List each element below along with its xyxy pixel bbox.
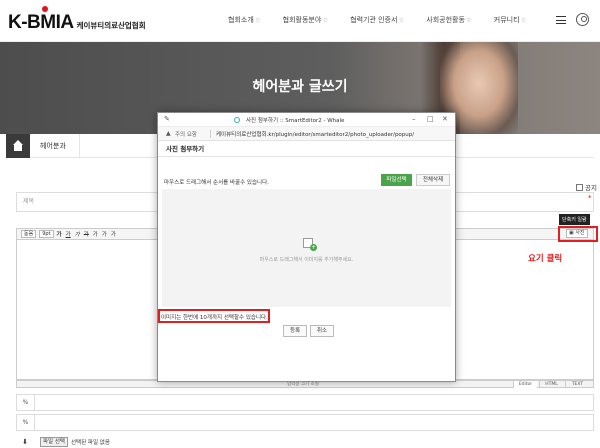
size-select[interactable]: 9pt bbox=[39, 230, 54, 238]
chevron-down-icon: ▽ bbox=[466, 18, 471, 24]
strike-button[interactable]: 가 bbox=[84, 230, 89, 238]
click-here-note: 요기 클릭 bbox=[528, 254, 563, 264]
shortcut-tooltip: 단축키 일람 bbox=[559, 214, 590, 225]
nav-item-about[interactable]: 협회소개 ▽ bbox=[228, 15, 260, 25]
add-icon: + bbox=[310, 244, 317, 251]
tab-text[interactable]: TEXT bbox=[565, 381, 589, 388]
font-select[interactable]: 돋움 bbox=[21, 230, 37, 238]
file-row: ⬇ 파일 선택 선택된 파일 없음 bbox=[16, 436, 594, 448]
site-logo[interactable]: K-BMIA 케이뷰티의료산업협회 bbox=[8, 6, 146, 34]
logo-text: K-BMIA bbox=[8, 12, 74, 33]
file-select-button[interactable]: 파일 선택 bbox=[40, 437, 68, 447]
tab-html[interactable]: HTML bbox=[539, 381, 563, 388]
close-icon[interactable]: ✕ bbox=[442, 115, 448, 123]
nav-item-social[interactable]: 사회공헌활동 ▽ bbox=[426, 15, 471, 25]
file-status: 선택된 파일 없음 bbox=[71, 440, 110, 446]
site-header: K-BMIA 케이뷰티의료산업협회 협회소개 ▽ 협회활동분야 ▽ 협력기관 인증서… bbox=[0, 0, 600, 42]
page-title: 헤어분과 글쓰기 bbox=[252, 79, 348, 95]
image-dropzone[interactable]: + 마우스로 드래그해서 이미지를 추가해주세요. bbox=[162, 189, 451, 307]
nav-item-community[interactable]: 커뮤니티 ▽ bbox=[494, 15, 526, 25]
underline-button[interactable]: 가 bbox=[66, 230, 71, 238]
home-icon[interactable] bbox=[6, 134, 30, 158]
minimize-icon[interactable]: – bbox=[412, 115, 416, 123]
notice-checkbox[interactable] bbox=[576, 183, 583, 191]
main-nav: 협회소개 ▽ 협회활동분야 ▽ 협력기관 인증서 ▽ 사회공헌활동 ▽ 커뮤니티 ▽ bbox=[228, 15, 548, 25]
link-field-1[interactable]: % bbox=[16, 394, 594, 411]
logo-dot bbox=[42, 6, 48, 12]
whale-browser-icon bbox=[234, 117, 240, 123]
popup-header: 사진 첨부하기 bbox=[158, 141, 455, 157]
bold-button[interactable]: 가 bbox=[57, 230, 62, 238]
maximize-icon[interactable]: □ bbox=[427, 115, 434, 123]
popup-window-title: 사진 첨부하기 :: SmartEditor2 - Whale bbox=[246, 118, 345, 124]
select-file-button[interactable]: 파일선택 bbox=[381, 174, 412, 186]
dropzone-text: 마우스로 드래그해서 이미지를 추가해주세요. bbox=[259, 257, 354, 263]
divider bbox=[210, 130, 211, 138]
security-warning[interactable]: 주의 요함 bbox=[175, 130, 197, 138]
drag-hint: 마우스로 드래그해서 순서를 바꿀수 있습니다. bbox=[164, 180, 269, 186]
breadcrumb-current[interactable]: 헤어분과 bbox=[30, 134, 80, 158]
italic-button[interactable]: 가 bbox=[75, 230, 80, 238]
popup-url: 케이뷰티의료산업협회.kr/plugin/editor/smarteditor2… bbox=[216, 132, 415, 138]
delete-all-button[interactable]: 전체삭제 bbox=[416, 174, 450, 186]
link-field-2[interactable]: % bbox=[16, 414, 594, 431]
cancel-button[interactable]: 취소 bbox=[310, 325, 334, 337]
logo-subtitle: 케이뷰티의료산업협회 bbox=[76, 21, 146, 30]
chevron-down-icon: ▽ bbox=[521, 18, 526, 24]
notice-option[interactable]: 공지 bbox=[576, 182, 597, 192]
tab-editor[interactable]: Editor bbox=[513, 381, 537, 388]
font-color-button[interactable]: 가 bbox=[93, 230, 98, 238]
address-bar: ▲ 주의 요함 케이뷰티의료산업협회.kr/plugin/editor/smar… bbox=[158, 127, 455, 141]
link-icon: % bbox=[17, 415, 35, 430]
chevron-down-icon: ▽ bbox=[323, 18, 328, 24]
photo-button-highlight bbox=[558, 226, 598, 242]
chevron-down-icon: ▽ bbox=[399, 18, 404, 24]
notice-label: 공지 bbox=[585, 184, 597, 192]
nav-item-certificates[interactable]: 협력기관 인증서 ▽ bbox=[350, 15, 403, 25]
register-button[interactable]: 등록 bbox=[283, 325, 307, 337]
menu-icon[interactable] bbox=[556, 16, 566, 24]
user-icon[interactable] bbox=[576, 13, 589, 26]
download-icon: ⬇ bbox=[22, 438, 28, 446]
nav-item-activities[interactable]: 협회활동분야 ▽ bbox=[283, 15, 328, 25]
chevron-down-icon: ▽ bbox=[255, 18, 260, 24]
photo-upload-popup: ✎ 사진 첨부하기 :: SmartEditor2 - Whale – □ ✕ … bbox=[157, 112, 456, 382]
bg-color-button[interactable]: 가 bbox=[102, 230, 107, 238]
style-button[interactable]: 가 bbox=[111, 230, 116, 238]
link-icon: % bbox=[17, 395, 35, 410]
required-mark: * bbox=[588, 194, 592, 202]
notice-highlight bbox=[158, 309, 270, 323]
resize-label: 입력창 크기 조절 bbox=[287, 382, 319, 387]
popup-titlebar: ✎ 사진 첨부하기 :: SmartEditor2 - Whale – □ ✕ bbox=[158, 113, 455, 127]
warning-icon[interactable]: ▲ bbox=[166, 130, 171, 137]
pin-icon[interactable]: ✎ bbox=[164, 115, 170, 123]
